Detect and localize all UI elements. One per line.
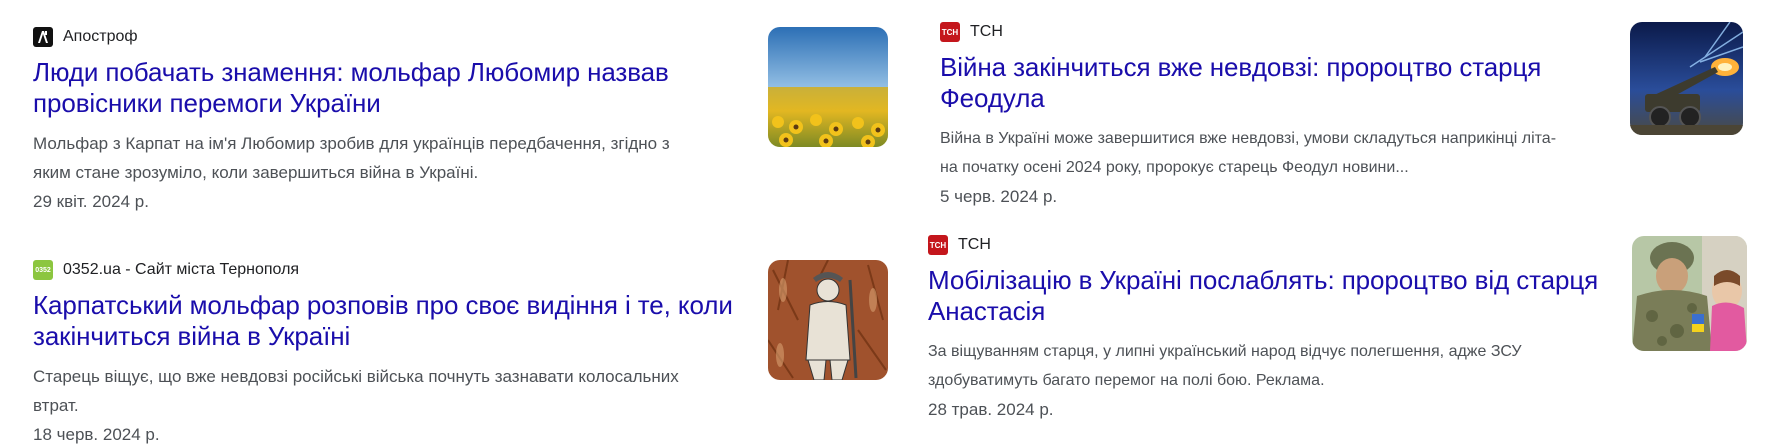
site-0352-logo-icon: 0352 [33, 260, 53, 280]
title-line[interactable]: закінчиться війна в Україні [33, 321, 753, 352]
result-thumbnail-artillery[interactable] [1630, 22, 1743, 135]
snippet-line: на початку осені 2024 року, пророкує ста… [940, 159, 1409, 176]
snippet-line: Мольфар з Карпат на ім'я Любомир зробив … [33, 134, 670, 153]
snippet-line: Старець віщує, що вже невдовзі російські… [33, 367, 679, 386]
result-source[interactable]: ТСН ТСН [928, 235, 1608, 255]
result-thumbnail-soldier[interactable] [1632, 236, 1747, 351]
title-line[interactable]: Люди побачать знамення: мольфар Любомир … [33, 57, 753, 88]
result-snippet: Війна в Україні може завершитися вже нев… [940, 124, 1620, 182]
title-line[interactable]: Мобілізацію в Україні послаблять: пророц… [928, 265, 1608, 296]
title-line[interactable]: Феодула [940, 83, 1620, 114]
title-line[interactable]: Анастасія [928, 296, 1608, 327]
title-line[interactable]: Карпатський мольфар розповів про своє ви… [33, 290, 753, 321]
result-card: ТСН ТСН Війна закінчиться вже невдовзі: … [940, 22, 1620, 207]
result-title-link[interactable]: Війна закінчиться вже невдовзі: пророцтв… [940, 52, 1620, 114]
result-date: 29 квіт. 2024 р. [33, 192, 149, 211]
apostrof-logo-icon [33, 27, 53, 47]
tsn-logo-icon: ТСН [940, 22, 960, 42]
result-card: Апостроф Люди побачать знамення: мольфар… [33, 27, 753, 212]
result-source[interactable]: 0352 0352.ua - Сайт міста Тернополя [33, 260, 753, 280]
source-name: Апостроф [63, 28, 138, 45]
source-name: ТСН [958, 236, 991, 253]
result-snippet: Старець віщує, що вже невдовзі російські… [33, 362, 753, 420]
result-snippet: Мольфар з Карпат на ім'я Любомир зробив … [33, 129, 753, 187]
result-card: ТСН ТСН Мобілізацію в Україні послаблять… [928, 235, 1608, 420]
source-name: 0352.ua - Сайт міста Тернополя [63, 261, 300, 278]
snippet-line: За віщуванням старця, у липні українськи… [928, 343, 1522, 360]
result-title-link[interactable]: Карпатський мольфар розповів про своє ви… [33, 290, 753, 352]
snippet-line: втрат. [33, 396, 79, 415]
source-name: ТСН [970, 23, 1003, 40]
title-line[interactable]: провісники перемоги України [33, 88, 753, 119]
result-thumbnail-molfar[interactable] [768, 260, 888, 380]
result-source[interactable]: Апостроф [33, 27, 753, 47]
result-card: 0352 0352.ua - Сайт міста Тернополя Карп… [33, 260, 753, 445]
result-title-link[interactable]: Люди побачать знамення: мольфар Любомир … [33, 57, 753, 119]
result-snippet: За віщуванням старця, у липні українськи… [928, 337, 1608, 395]
result-date: 5 черв. 2024 р. [940, 187, 1058, 206]
result-title-link[interactable]: Мобілізацію в Україні послаблять: пророц… [928, 265, 1608, 327]
tsn-logo-icon: ТСН [928, 235, 948, 255]
result-source[interactable]: ТСН ТСН [940, 22, 1620, 42]
snippet-line: Війна в Україні може завершитися вже нев… [940, 130, 1557, 147]
result-date: 18 черв. 2024 р. [33, 425, 160, 444]
snippet-line: здобуватимуть багато перемог на полі бою… [928, 372, 1325, 389]
result-thumbnail-sunflowers[interactable] [768, 27, 888, 147]
snippet-line: яким стане зрозуміло, коли завершиться в… [33, 163, 479, 182]
title-line[interactable]: Війна закінчиться вже невдовзі: пророцтв… [940, 52, 1620, 83]
result-date: 28 трав. 2024 р. [928, 400, 1054, 419]
